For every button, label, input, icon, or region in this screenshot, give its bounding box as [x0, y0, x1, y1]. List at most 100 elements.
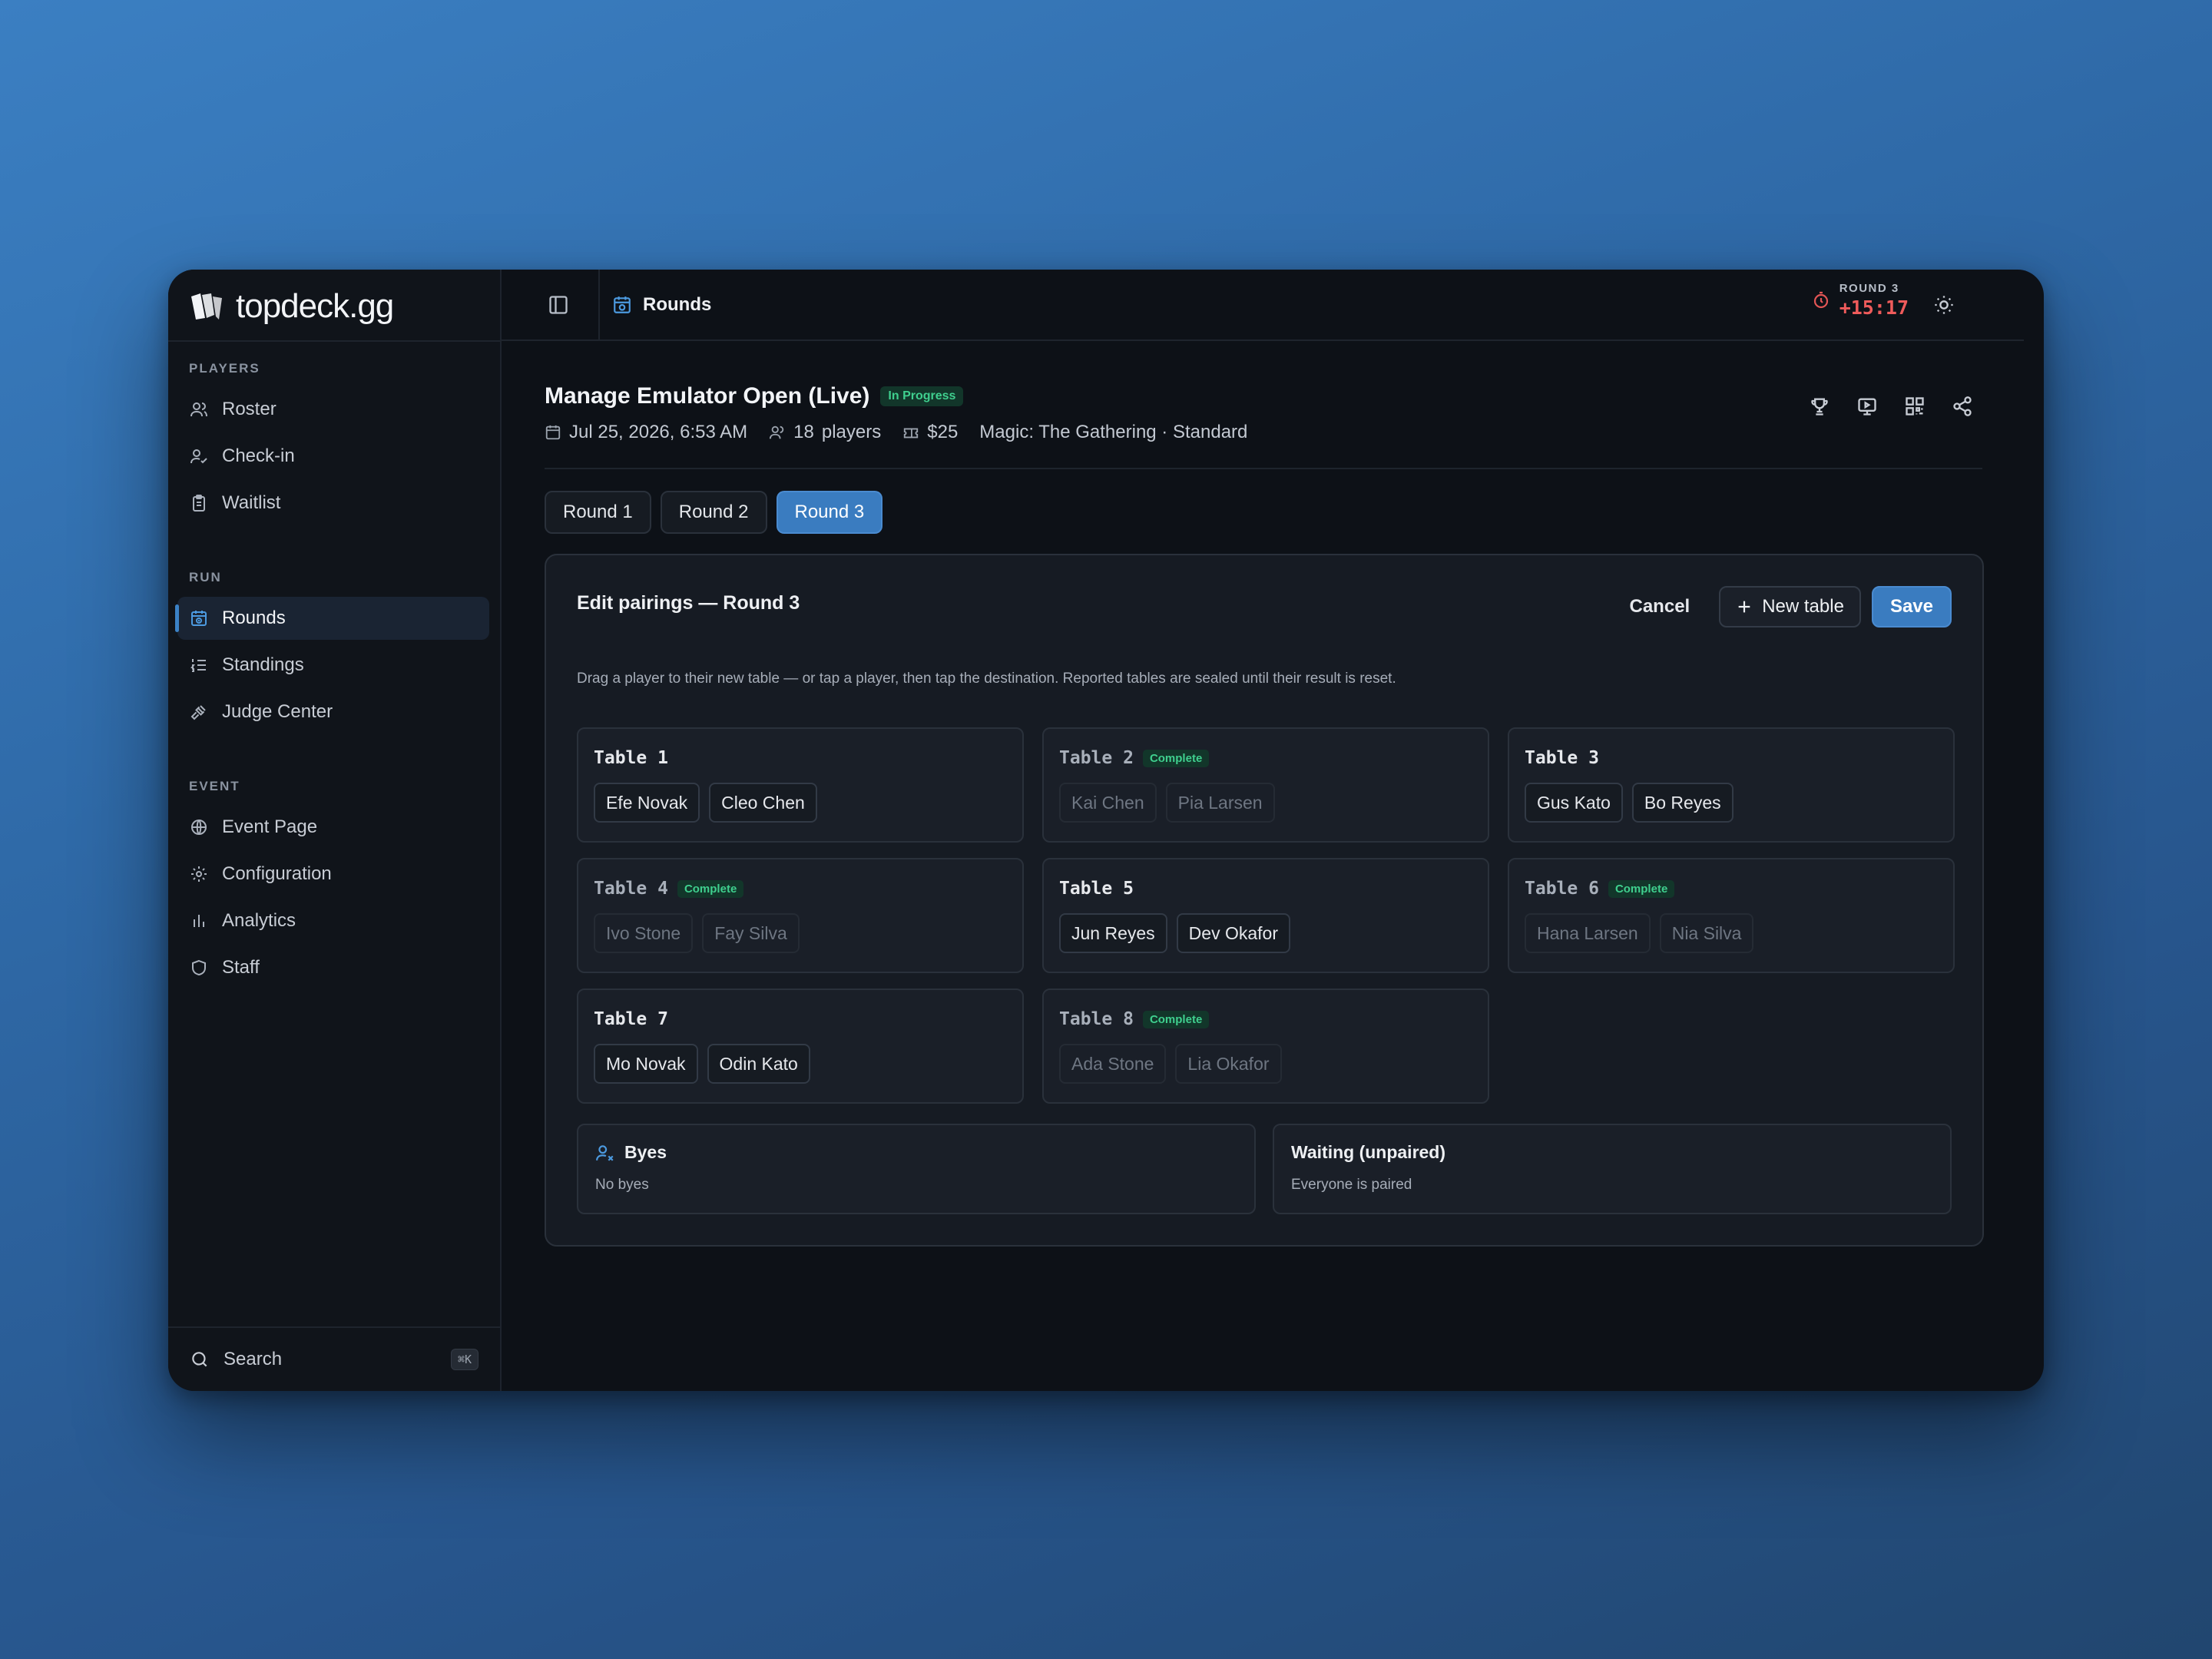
new-table-button[interactable]: New table: [1719, 586, 1861, 628]
divider: [598, 270, 600, 341]
search-icon: [192, 1352, 207, 1367]
table-card: Table 6 Complete Hana Larsen Nia Silva: [1508, 858, 1955, 973]
event-date: Jul 25, 2026, 6:53 AM: [545, 422, 747, 443]
table-name: Table 7: [594, 1009, 668, 1029]
app-window: topdeck.gg PLAYERS Roster Check-in Waitl…: [168, 270, 2044, 1391]
plus-icon: [1738, 601, 1750, 613]
complete-badge: Complete: [677, 879, 744, 898]
event-meta: Jul 25, 2026, 6:53 AM 18 players $25 Mag…: [545, 422, 1247, 443]
player-chip: Lia Okafor: [1175, 1044, 1282, 1084]
sidebar-item-label: Configuration: [222, 863, 332, 884]
table-name: Table 8: [1059, 1009, 1134, 1029]
table-card: Table 4 Complete Ivo Stone Fay Silva: [577, 858, 1024, 973]
sidebar-item-check-in[interactable]: Check-in: [177, 435, 489, 478]
sidebar-item-roster[interactable]: Roster: [177, 388, 489, 431]
display-button[interactable]: [1856, 396, 1878, 421]
panel-actions: Cancel New table Save: [1611, 586, 1952, 628]
timer-value: +15:17: [1839, 296, 1909, 319]
event-actions: [1809, 396, 1973, 421]
player-chip[interactable]: Odin Kato: [707, 1044, 810, 1084]
player-chip: Pia Larsen: [1165, 783, 1275, 823]
divider: [168, 340, 500, 342]
waiting-card[interactable]: Waiting (unpaired) Everyone is paired: [1273, 1124, 1952, 1214]
brand[interactable]: topdeck.gg: [190, 285, 394, 328]
monitor-play-icon: [1858, 398, 1876, 416]
breadcrumb-label: Rounds: [643, 294, 712, 315]
table-card[interactable]: Table 7 Mo Novak Odin Kato: [577, 988, 1024, 1104]
tab-round-2[interactable]: Round 2: [660, 491, 767, 534]
users-icon: [190, 402, 207, 417]
sidebar-item-waitlist[interactable]: Waitlist: [177, 482, 489, 525]
player-chip[interactable]: Gus Kato: [1525, 783, 1623, 823]
player-chip: Kai Chen: [1059, 783, 1157, 823]
sidebar-item-staff[interactable]: Staff: [177, 946, 489, 989]
sidebar-item-event-page[interactable]: Event Page: [177, 806, 489, 849]
panel-title: Edit pairings — Round 3: [577, 592, 800, 614]
sidebar-item-label: Waitlist: [222, 492, 281, 513]
status-badge: In Progress: [880, 386, 964, 406]
divider: [545, 468, 1982, 469]
sidebar-item-label: Analytics: [222, 910, 296, 931]
sidebar-item-judge-center[interactable]: Judge Center: [177, 690, 489, 733]
player-chip[interactable]: Jun Reyes: [1059, 913, 1167, 953]
shield-icon: [192, 959, 206, 976]
nav-section-run: RUN Rounds Standings Judge Center: [168, 566, 500, 737]
trophy-button[interactable]: [1809, 396, 1830, 421]
search-shortcut: ⌘K: [450, 1349, 478, 1370]
player-count: 18: [793, 422, 814, 442]
player-chip: Ada Stone: [1059, 1044, 1167, 1084]
breadcrumb: Rounds: [612, 290, 711, 320]
qr-button[interactable]: [1904, 396, 1926, 421]
player-chip[interactable]: Dev Okafor: [1176, 913, 1290, 953]
cancel-button[interactable]: Cancel: [1611, 586, 1709, 628]
table-card[interactable]: Table 1 Efe Novak Cleo Chen: [577, 727, 1024, 843]
sidebar-item-standings[interactable]: Standings: [177, 644, 489, 687]
panel-left-icon: [549, 296, 568, 314]
sidebar-item-analytics[interactable]: Analytics: [177, 899, 489, 942]
player-chip: Fay Silva: [702, 913, 800, 953]
share-button[interactable]: [1952, 396, 1973, 421]
event-fee: $25: [902, 422, 958, 443]
sidebar-item-label: Event Page: [222, 816, 318, 837]
event-header: Manage Emulator Open (Live) In Progress: [545, 383, 964, 409]
search-label: Search: [224, 1349, 283, 1369]
waiting-title: Waiting (unpaired): [1291, 1142, 1446, 1162]
byes-title: Byes: [624, 1142, 667, 1162]
clipboard-icon: [193, 495, 205, 512]
byes-card[interactable]: Byes No byes: [577, 1124, 1256, 1214]
sidebar-item-label: Standings: [222, 654, 304, 675]
round-timer[interactable]: ROUND 3 +15:17: [1812, 282, 1909, 319]
table-name: Table 3: [1525, 748, 1599, 768]
save-button[interactable]: Save: [1871, 586, 1952, 628]
share-icon: [1953, 396, 1972, 416]
player-chip[interactable]: Cleo Chen: [709, 783, 817, 823]
page-title: Manage Emulator Open (Live): [545, 383, 870, 409]
bar-chart-icon: [194, 915, 204, 927]
nav-section-event: EVENT Event Page Configuration Analytics…: [168, 775, 500, 993]
search-button[interactable]: Search ⌘K: [168, 1326, 500, 1391]
globe-icon: [191, 820, 207, 835]
calendar-clock-icon: [191, 611, 207, 626]
theme-toggle-button[interactable]: [1933, 294, 1955, 316]
trophy-icon: [1811, 398, 1828, 416]
nav-section-players: PLAYERS Roster Check-in Waitlist: [168, 357, 500, 528]
tab-round-3[interactable]: Round 3: [776, 491, 883, 534]
sidebar-item-configuration[interactable]: Configuration: [177, 853, 489, 896]
unassigned-row: Byes No byes Waiting (unpaired) Everyone…: [577, 1124, 1952, 1214]
round-tabs: Round 1 Round 2 Round 3: [545, 491, 883, 534]
timer-label: ROUND 3: [1839, 282, 1899, 295]
tables-grid: Table 1 Efe Novak Cleo Chen Table 2 Compl…: [577, 727, 1956, 1104]
table-card[interactable]: Table 3 Gus Kato Bo Reyes: [1508, 727, 1955, 843]
sidebar-item-rounds[interactable]: Rounds: [175, 597, 489, 640]
main-content: Rounds ROUND 3 +15:17 Manage Emulator Op…: [502, 270, 2044, 1391]
help-text: Drag a player to their new table — or ta…: [577, 671, 1396, 687]
sidebar-toggle-button[interactable]: [548, 294, 569, 316]
complete-badge: Complete: [1608, 879, 1675, 898]
player-chip[interactable]: Mo Novak: [594, 1044, 698, 1084]
player-chip[interactable]: Bo Reyes: [1631, 783, 1734, 823]
table-card[interactable]: Table 5 Jun Reyes Dev Okafor: [1042, 858, 1489, 973]
tab-round-1[interactable]: Round 1: [545, 491, 651, 534]
gavel-icon: [190, 705, 206, 720]
player-chip[interactable]: Efe Novak: [594, 783, 700, 823]
nav-heading: EVENT: [189, 779, 240, 793]
